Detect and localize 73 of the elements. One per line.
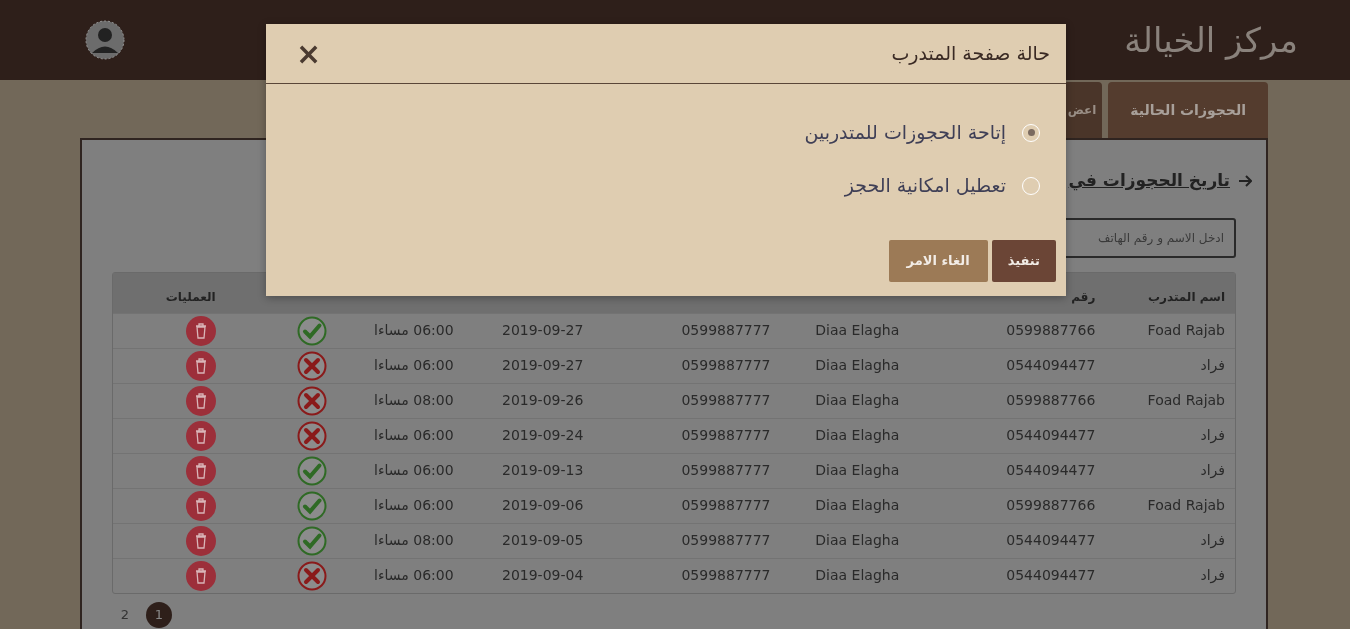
table-cell: Foad Rajab — [1147, 322, 1225, 338]
table-cell: 0599887777 — [681, 567, 771, 583]
avatar-icon[interactable] — [85, 20, 125, 60]
table-cell: 06:00 مساءا — [374, 497, 454, 513]
table-cell: 0599887777 — [681, 497, 771, 513]
table-cell: Diaa Elagha — [815, 497, 900, 513]
table-cell: 2019-09-27 — [502, 357, 584, 373]
delete-button[interactable] — [185, 525, 216, 556]
delete-button[interactable] — [185, 350, 216, 381]
page-button[interactable]: 1 — [146, 601, 172, 628]
option-label: إتاحة الحجوزات للمتدربين — [804, 120, 1006, 146]
table-cell: Diaa Elagha — [815, 357, 900, 373]
modal-title: حالة صفحة المتدرب — [891, 41, 1050, 67]
table-cell: 0544094477 — [1006, 532, 1096, 548]
table-cell: 06:00 مساءا — [374, 567, 454, 583]
table-cell: 06:00 مساءا — [374, 427, 454, 443]
table-cell: 2019-09-05 — [502, 532, 584, 548]
column-header: رقم — [1071, 289, 1096, 304]
table-cell: 06:00 مساءا — [374, 322, 454, 338]
table-cell: 06:00 مساءا — [374, 357, 454, 373]
section-heading: تاريخ الحجوزات في — [1068, 169, 1230, 193]
table-cell: 08:00 مساءا — [374, 532, 454, 548]
table-cell: Foad Rajab — [1147, 497, 1225, 513]
submit-button[interactable]: تنفيذ — [991, 240, 1056, 282]
delete-button[interactable] — [185, 385, 216, 416]
table-cell: 0544094477 — [1006, 427, 1096, 443]
option-label: تعطيل امكانية الحجز — [844, 173, 1006, 199]
table-cell: 0599887766 — [1006, 322, 1096, 338]
table-cell: 0544094477 — [1006, 357, 1096, 373]
table-cell: 0599887777 — [681, 392, 771, 408]
close-button[interactable]: × — [296, 38, 322, 69]
table-cell: 2019-09-27 — [502, 322, 584, 338]
table-cell: Diaa Elagha — [815, 427, 900, 443]
table-cell: 0599887766 — [1006, 497, 1096, 513]
table-cell: 0544094477 — [1006, 462, 1096, 478]
table-cell: فراد — [1200, 427, 1225, 443]
table-cell: 08:00 مساءا — [374, 392, 454, 408]
table-cell: 0599887777 — [681, 322, 771, 338]
table-cell: Diaa Elagha — [815, 322, 900, 338]
table-cell: 0599887777 — [681, 462, 771, 478]
table-cell: 2019-09-24 — [502, 427, 584, 443]
table-cell: فراد — [1200, 462, 1225, 478]
table-cell: Diaa Elagha — [815, 532, 900, 548]
delete-button[interactable] — [185, 420, 216, 451]
table-cell: 2019-09-06 — [502, 497, 584, 513]
back-arrow-icon[interactable] — [1238, 174, 1252, 187]
site-title: مركز الخيالة — [1124, 18, 1298, 62]
delete-button[interactable] — [185, 315, 216, 346]
table-cell: Foad Rajab — [1147, 392, 1225, 408]
table-cell: Diaa Elagha — [815, 392, 900, 408]
table-cell: 0599887777 — [681, 427, 771, 443]
table-cell: Diaa Elagha — [815, 567, 900, 583]
table-cell: فراد — [1200, 357, 1225, 373]
table-cell: فراد — [1200, 567, 1225, 583]
table-cell: Diaa Elagha — [815, 462, 900, 478]
delete-button[interactable] — [185, 490, 216, 521]
cancel-button[interactable]: الغاء الامر — [888, 240, 988, 282]
table-cell: فراد — [1200, 532, 1225, 548]
table-cell: 06:00 مساءا — [374, 462, 454, 478]
table-cell: 0599887777 — [681, 357, 771, 373]
tab[interactable]: اعض — [1064, 82, 1103, 138]
delete-button[interactable] — [185, 560, 216, 591]
table-cell: 0544094477 — [1006, 567, 1096, 583]
column-header: العمليات — [165, 289, 216, 304]
table-cell: 2019-09-04 — [502, 567, 584, 583]
table-cell: 0599887777 — [681, 532, 771, 548]
column-header: اسم المتدرب — [1148, 289, 1225, 304]
table-cell: 2019-09-26 — [502, 392, 584, 408]
table-cell: 2019-09-13 — [502, 462, 584, 478]
page-button[interactable]: 2 — [112, 601, 138, 628]
tab[interactable]: الحجوزات الحالية — [1108, 82, 1268, 138]
delete-button[interactable] — [185, 455, 216, 486]
table-cell: 0599887766 — [1006, 392, 1096, 408]
